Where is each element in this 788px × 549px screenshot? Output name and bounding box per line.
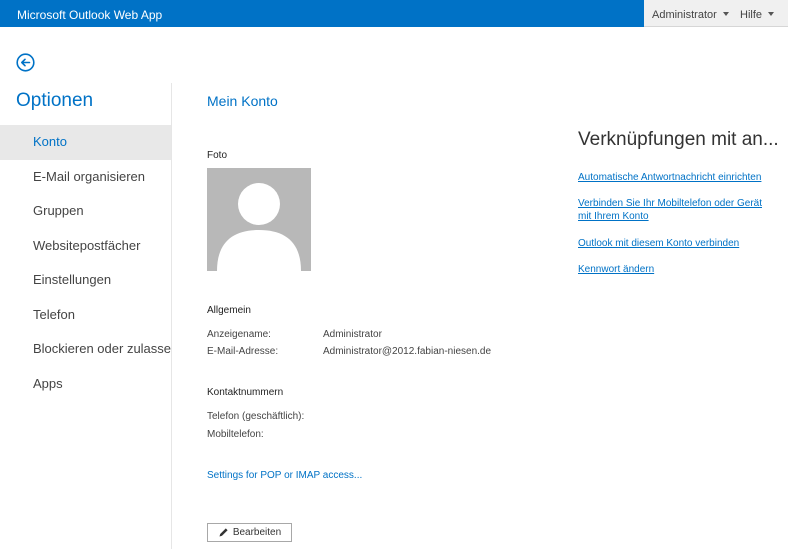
connect-mobile-link[interactable]: Verbinden Sie Ihr Mobiltelefon oder Gerä…: [578, 197, 778, 223]
chevron-down-icon: [768, 12, 775, 16]
change-password-link[interactable]: Kennwort ändern: [578, 263, 778, 276]
edit-button-label: Bearbeiten: [232, 527, 282, 538]
help-menu[interactable]: Hilfe: [740, 9, 775, 21]
connect-outlook-link[interactable]: Outlook mit diesem Konto verbinden: [578, 237, 778, 250]
sidebar-item-einstellungen[interactable]: Einstellungen: [0, 263, 171, 298]
sidebar-nav: Konto E-Mail organisieren Gruppen Websit…: [0, 125, 171, 401]
sidebar-item-konto[interactable]: Konto: [0, 125, 171, 160]
email-label: E-Mail-Adresse:: [207, 346, 279, 357]
contact-heading: Kontaktnummern: [207, 387, 284, 398]
user-menu[interactable]: Administrator: [652, 9, 729, 21]
email-value: Administrator@2012.fabian-niesen.de: [323, 346, 492, 357]
top-bar: Microsoft Outlook Web App Administrator …: [0, 0, 788, 27]
display-name-value: Administrator: [323, 329, 382, 340]
sidebar-item-apps[interactable]: Apps: [0, 367, 171, 402]
avatar: [207, 168, 311, 271]
page-title: Mein Konto: [207, 93, 278, 109]
mobile-phone-label: Mobiltelefon:: [207, 429, 264, 440]
pop-imap-settings-link[interactable]: Settings for POP or IMAP access...: [207, 470, 362, 481]
nav-divider: [171, 83, 172, 549]
general-heading: Allgemein: [207, 305, 251, 316]
options-title: Optionen: [16, 90, 94, 111]
user-menu-label: Administrator: [652, 9, 717, 21]
edit-button[interactable]: Bearbeiten: [207, 523, 292, 542]
sidebar-item-blockieren[interactable]: Blockieren oder zulasse: [0, 332, 171, 367]
sidebar-item-email-organisieren[interactable]: E-Mail organisieren: [0, 160, 171, 195]
person-silhouette-icon: [217, 183, 301, 271]
shortcuts-title: Verknüpfungen mit an...: [578, 129, 779, 150]
sidebar-item-websitepostfaecher[interactable]: Websitepostfächer: [0, 229, 171, 264]
back-button[interactable]: [16, 53, 35, 72]
top-bar-menus: Administrator Hilfe: [644, 0, 788, 27]
sidebar-item-gruppen[interactable]: Gruppen: [0, 194, 171, 229]
work-phone-label: Telefon (geschäftlich):: [207, 411, 305, 422]
sidebar-item-telefon[interactable]: Telefon: [0, 298, 171, 333]
pencil-icon: [219, 528, 228, 537]
back-arrow-icon: [16, 53, 35, 72]
auto-reply-link[interactable]: Automatische Antwortnachricht einrichten: [578, 171, 778, 184]
display-name-label: Anzeigename:: [207, 329, 271, 340]
photo-label: Foto: [207, 150, 228, 161]
chevron-down-icon: [722, 12, 729, 16]
app-title: Microsoft Outlook Web App: [17, 8, 163, 22]
help-menu-label: Hilfe: [740, 9, 763, 21]
